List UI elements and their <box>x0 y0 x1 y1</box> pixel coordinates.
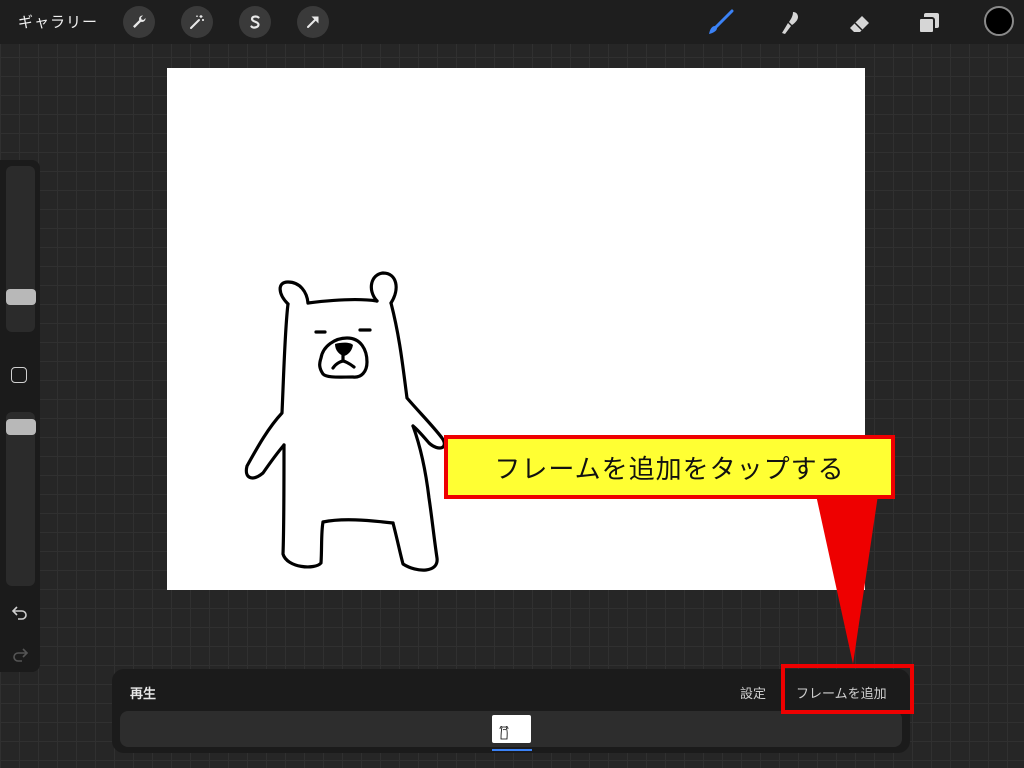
highlight-box <box>781 664 914 714</box>
callout-pointer <box>816 495 878 664</box>
callout-instruction: フレームを追加をタップする <box>444 435 895 499</box>
